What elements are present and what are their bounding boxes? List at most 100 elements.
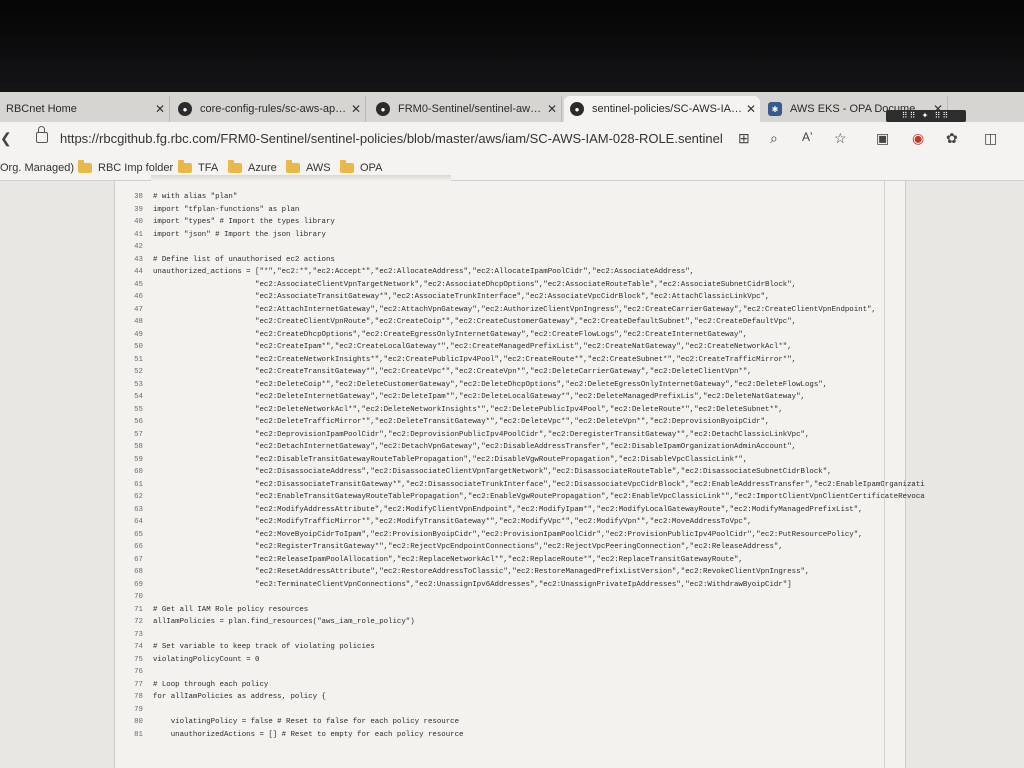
code-line: 60 "ec2:DisassociateAddress","ec2:Disass…: [115, 466, 831, 479]
favorite-star-icon[interactable]: ☆: [834, 130, 847, 147]
bookmark-azure[interactable]: Azure: [228, 160, 277, 174]
bookmark-opa[interactable]: OPA: [340, 160, 382, 174]
line-number[interactable]: 63: [115, 504, 143, 517]
line-number[interactable]: 40: [115, 216, 143, 229]
line-text: "ec2:EnableTransitGatewayRouteTablePropa…: [153, 493, 925, 501]
line-number[interactable]: 69: [115, 579, 143, 592]
line-text: "ec2:CreateClientVpnRoute","ec2:CreateCo…: [153, 318, 797, 326]
line-number[interactable]: 78: [115, 691, 143, 704]
line-number[interactable]: 56: [115, 416, 143, 429]
line-text: "ec2:ResetAddressAttribute","ec2:Restore…: [153, 568, 810, 576]
line-number[interactable]: 77: [115, 679, 143, 692]
line-number[interactable]: 59: [115, 454, 143, 467]
line-number[interactable]: 62: [115, 491, 143, 504]
line-text: allIamPolicies = plan.find_resources("aw…: [153, 618, 415, 626]
line-number[interactable]: 58: [115, 441, 143, 454]
scrolled-off-line: [151, 175, 451, 181]
folder-icon: [78, 160, 92, 173]
code-line: 39 import "tfplan-functions" as plan: [115, 204, 299, 217]
line-number[interactable]: 55: [115, 404, 143, 417]
line-number[interactable]: 67: [115, 554, 143, 567]
line-number[interactable]: 54: [115, 391, 143, 404]
code-line: 55 "ec2:DeleteNetworkAcl*","ec2:DeleteNe…: [115, 404, 783, 417]
app-grid-icon[interactable]: ⊞: [738, 130, 750, 147]
code-line: 59 "ec2:DisableTransitGatewayRouteTableP…: [115, 454, 747, 467]
bookmark-aws[interactable]: AWS: [286, 160, 331, 174]
code-line: 67 "ec2:ReleaseIpamPoolAllocation","ec2:…: [115, 554, 743, 567]
close-icon[interactable]: ✕: [347, 102, 365, 116]
line-number[interactable]: 79: [115, 704, 143, 717]
line-number[interactable]: 49: [115, 329, 143, 342]
monitor-bezel: [0, 0, 1024, 96]
line-number[interactable]: 80: [115, 716, 143, 729]
tab-sentinel-aws-poli[interactable]: ● FRM0-Sentinel/sentinel-aws-poli ✕: [370, 96, 562, 122]
line-number[interactable]: 45: [115, 279, 143, 292]
line-number[interactable]: 76: [115, 666, 143, 679]
line-number[interactable]: 46: [115, 291, 143, 304]
line-number[interactable]: 72: [115, 616, 143, 629]
split-screen-icon[interactable]: ◫: [984, 130, 997, 147]
extensions-puzzle-icon[interactable]: ✿: [946, 130, 958, 147]
line-number[interactable]: 50: [115, 341, 143, 354]
line-number[interactable]: 68: [115, 566, 143, 579]
line-number[interactable]: 75: [115, 654, 143, 667]
line-number[interactable]: 44: [115, 266, 143, 279]
code-line: 81 unauthorizedActions = [] # Reset to e…: [115, 729, 463, 742]
line-text: for allIamPolicies as address, policy {: [153, 693, 326, 701]
close-icon[interactable]: ✕: [742, 102, 760, 116]
url-field[interactable]: https://rbcgithub.fg.rbc.com/FRM0-Sentin…: [60, 131, 723, 146]
zoom-icon[interactable]: ⌕: [770, 130, 778, 147]
line-number[interactable]: 48: [115, 316, 143, 329]
line-number[interactable]: 71: [115, 604, 143, 617]
tab-rbcnet-home[interactable]: RBCnet Home ✕: [0, 96, 170, 122]
line-number[interactable]: 47: [115, 304, 143, 317]
line-text: # Get all IAM Role policy resources: [153, 605, 309, 614]
line-text: "ec2:TerminateClientVpnConnections","ec2…: [153, 580, 792, 589]
line-number[interactable]: 41: [115, 229, 143, 242]
line-text: "ec2:DetachInternetGateway","ec2:DetachV…: [153, 443, 797, 451]
line-number[interactable]: 52: [115, 366, 143, 379]
bookmark-rbc-imp-folder[interactable]: RBC Imp folder: [78, 160, 174, 174]
line-number[interactable]: 65: [115, 529, 143, 542]
tab-sentinel-policies-active[interactable]: ● sentinel-policies/SC-AWS-IAM-0 ✕: [564, 96, 760, 122]
close-icon[interactable]: ✕: [543, 102, 561, 116]
line-number[interactable]: 61: [115, 479, 143, 492]
line-number[interactable]: 43: [115, 254, 143, 267]
read-aloud-icon[interactable]: A͏ʼ: [802, 130, 813, 144]
line-number[interactable]: 53: [115, 379, 143, 392]
close-icon[interactable]: ✕: [151, 102, 169, 116]
bookmark-label: RBC Imp folder: [98, 162, 174, 174]
line-number[interactable]: 66: [115, 541, 143, 554]
line-text: "ec2:MoveByoipCidrToIpam","ec2:Provision…: [153, 530, 863, 539]
bookmark-tfa[interactable]: TFA: [178, 160, 218, 174]
line-number[interactable]: 39: [115, 204, 143, 217]
folder-icon: [178, 160, 192, 173]
bookmark-org-managed[interactable]: Org. Managed): [0, 162, 74, 174]
line-number[interactable]: 73: [115, 629, 143, 642]
back-icon[interactable]: ❮: [0, 130, 12, 147]
extension-red-icon[interactable]: ◉: [912, 130, 924, 147]
line-number[interactable]: 74: [115, 641, 143, 654]
folder-icon: [340, 160, 354, 173]
code-line: 42: [115, 241, 153, 254]
line-number[interactable]: 64: [115, 516, 143, 529]
lock-icon[interactable]: [36, 126, 48, 143]
line-number[interactable]: 70: [115, 591, 143, 604]
tab-strip: RBCnet Home ✕ ● core-config-rules/sc-aws…: [0, 92, 1024, 122]
tab-label: FRM0-Sentinel/sentinel-aws-poli: [398, 103, 543, 115]
code-line: 78 for allIamPolicies as address, policy …: [115, 691, 326, 704]
code-line: 48 "ec2:CreateClientVpnRoute","ec2:Creat…: [115, 316, 796, 329]
line-number[interactable]: 57: [115, 429, 143, 442]
line-number[interactable]: 38: [115, 191, 143, 204]
code-line: 63 "ec2:ModifyAddressAttribute","ec2:Mod…: [115, 504, 863, 517]
line-text: # Loop through each policy: [153, 680, 269, 689]
extension-icon[interactable]: ▣: [876, 130, 889, 147]
tab-core-config-rules[interactable]: ● core-config-rules/sc-aws-apigw- ✕: [172, 96, 366, 122]
line-number[interactable]: 42: [115, 241, 143, 254]
line-number[interactable]: 60: [115, 466, 143, 479]
line-number[interactable]: 51: [115, 354, 143, 367]
window-controls[interactable]: ⠿⠿ ✦ ⠿⠿: [886, 110, 966, 122]
code-viewer: 38 # with alias "plan" 39 import "tfplan-fu…: [114, 175, 925, 768]
code-line: 79: [115, 704, 153, 717]
line-number[interactable]: 81: [115, 729, 143, 742]
